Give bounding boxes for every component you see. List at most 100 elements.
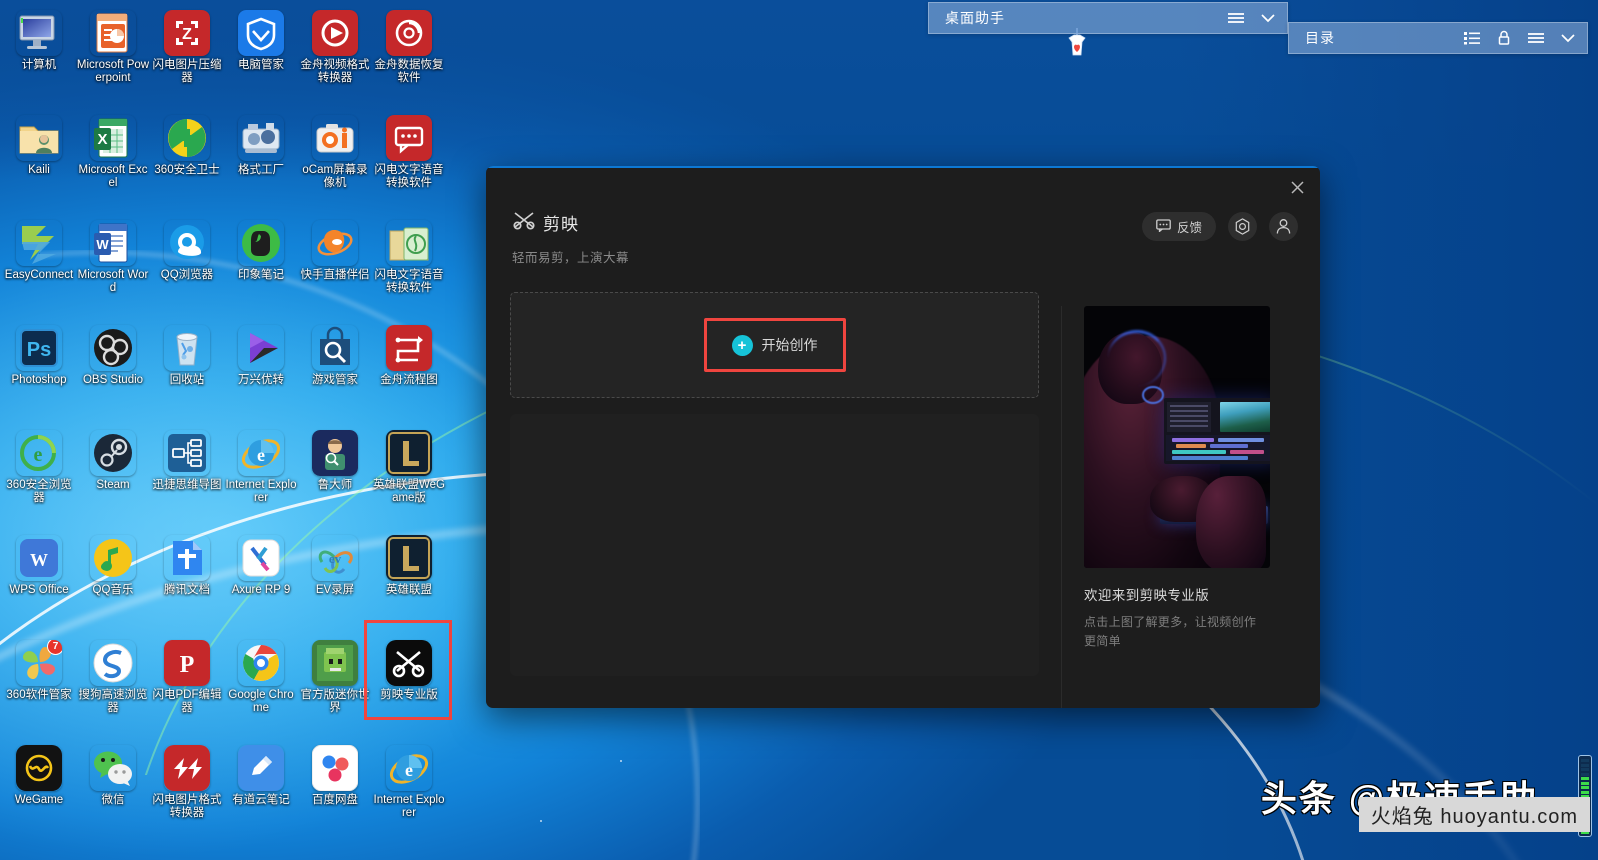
desktop-icon-wondershare[interactable]: 万兴优转	[224, 319, 298, 424]
desktop-icon-text-speech-folder[interactable]: 闪电文字语音转换软件	[372, 214, 446, 319]
desktop-icon-image-format-converter[interactable]: 闪电图片格式转换器	[150, 739, 224, 844]
desktop-icon-label: 电脑管家	[238, 59, 284, 71]
desktop-icon-recycle-bin[interactable]: 回收站	[150, 319, 224, 424]
desktop-icon-ludashi[interactable]: 鲁大师	[298, 424, 372, 529]
desktop-icon-ie[interactable]: e Internet Explorer	[372, 739, 446, 844]
desktop-icon-jianying[interactable]: 剪映专业版	[372, 634, 446, 739]
gadget-assistant-title: 桌面助手	[945, 10, 1005, 26]
promo-monitor-timeline	[1166, 435, 1270, 461]
desktop-icon-powerpoint[interactable]: Microsoft Powerpoint	[76, 4, 150, 109]
tshirt-heart-icon[interactable]	[1063, 28, 1091, 58]
promo-monitor-preview	[1220, 402, 1270, 432]
desktop-icon-mindmap[interactable]: 迅捷思维导图	[150, 424, 224, 529]
desktop-icon-folder[interactable]: Kaili	[2, 109, 76, 214]
desktop-icon-lol[interactable]: 英雄联盟	[372, 529, 446, 634]
desktop-icon-label: 游戏管家	[312, 374, 358, 386]
desktop-icon-obs-studio[interactable]: OBS Studio	[76, 319, 150, 424]
desktop-icon-label: 快手直播伴侣	[300, 269, 370, 281]
desktop-icon-chrome[interactable]: Google Chrome	[224, 634, 298, 739]
desktop-icon-360-browser[interactable]: e 360安全浏览器	[2, 424, 76, 529]
ie-icon: e	[238, 430, 284, 476]
desktop-icon-label: Steam	[96, 479, 130, 491]
media-dropzone[interactable]: + 开始创作	[510, 292, 1039, 398]
desktop-icon-excel[interactable]: X Microsoft Excel	[76, 109, 150, 214]
desktop-icon-tencent-docs[interactable]: 腾讯文档	[150, 529, 224, 634]
desktop-icon-evernote[interactable]: 印象笔记	[224, 214, 298, 319]
desktop-icon-label: 格式工厂	[238, 164, 284, 176]
desktop-icon-data-recovery[interactable]: 金舟数据恢复软件	[372, 4, 446, 109]
desktop-icon-ie[interactable]: e Internet Explorer	[224, 424, 298, 529]
desktop-icon-ocam[interactable]: oCam屏幕录像机	[298, 109, 372, 214]
desktop-icon-format-factory[interactable]: 格式工厂	[224, 109, 298, 214]
desktop-icon-wechat[interactable]: 微信	[76, 739, 150, 844]
hamburger-menu-icon[interactable]	[1223, 7, 1249, 29]
desktop-icon-pc-manager[interactable]: 电脑管家	[224, 4, 298, 109]
computer-icon	[16, 10, 62, 56]
svg-text:Z: Z	[182, 26, 192, 43]
start-creating-button[interactable]: + 开始创作	[712, 326, 838, 364]
promo-image[interactable]	[1084, 306, 1270, 568]
desktop-icon-lol-wegame[interactable]: 英雄联盟WeGame版	[372, 424, 446, 529]
desktop-icon-word[interactable]: W Microsoft Word	[76, 214, 150, 319]
promo-glasses	[1142, 386, 1164, 404]
chevron-down-icon[interactable]	[1255, 7, 1281, 29]
data-recovery-icon	[386, 10, 432, 56]
desktop-icon-label: Internet Explorer	[373, 794, 445, 819]
desktop-icon-label: Axure RP 9	[231, 584, 291, 596]
desktop-icon-label: 金舟流程图	[380, 374, 438, 386]
qq-browser-icon	[164, 220, 210, 266]
desktop-icon-ev-recorder[interactable]: ev EV录屏	[298, 529, 372, 634]
user-avatar-icon[interactable]	[1269, 212, 1298, 241]
desktop-icon-pdf-editor[interactable]: P 闪电PDF编辑器	[150, 634, 224, 739]
hamburger-menu-icon[interactable]	[1523, 27, 1549, 49]
desktop-icon-label: 360软件管家	[6, 689, 72, 701]
desktop-icon-wegame[interactable]: WeGame	[2, 739, 76, 844]
ie-icon-2: e	[386, 745, 432, 791]
chevron-down-icon[interactable]	[1555, 27, 1581, 49]
gadget-catalog[interactable]: 目录	[1288, 22, 1588, 54]
desktop-icon-qq-music[interactable]: QQ音乐	[76, 529, 150, 634]
desktop-icon-label: 360安全卫士	[154, 164, 220, 176]
desktop-icon-game-manager[interactable]: 游戏管家	[298, 319, 372, 424]
desktop-icon-label: 微信	[101, 794, 125, 806]
desktop-icon-text-to-speech[interactable]: 闪电文字语音转换软件	[372, 109, 446, 214]
jianying-logo-icon	[512, 211, 536, 235]
desktop-icon-photoshop[interactable]: Ps Photoshop	[2, 319, 76, 424]
desktop-icon-baidu-netdisk[interactable]: 百度网盘	[298, 739, 372, 844]
desktop-icon-steam[interactable]: Steam	[76, 424, 150, 529]
desktop-icon-axure[interactable]: Axure RP 9	[224, 529, 298, 634]
desktop-icon-label: 剪映专业版	[380, 689, 438, 701]
desktop-icon-miniworld[interactable]: 官方版迷你世界	[298, 634, 372, 739]
desktop-icon-wps-office[interactable]: W WPS Office	[2, 529, 76, 634]
plus-circle-icon: +	[731, 334, 753, 356]
notification-badge: 7	[47, 640, 62, 655]
desktop-icon-image-compressor[interactable]: Z 闪电图片压缩器	[150, 4, 224, 109]
gadget-desktop-assistant[interactable]: 桌面助手	[928, 2, 1288, 34]
desktop-icon-kuaishou-live[interactable]: 快手直播伴侣	[298, 214, 372, 319]
desktop-icon-flowchart[interactable]: 金舟流程图	[372, 319, 446, 424]
level-bar	[1581, 786, 1589, 789]
miniworld-icon	[312, 640, 358, 686]
mindmap-icon	[164, 430, 210, 476]
lock-icon[interactable]	[1491, 27, 1517, 49]
chat-bubble-icon	[1156, 218, 1171, 235]
desktop-icon-label: 闪电PDF编辑器	[152, 689, 222, 714]
desktop-icon-qq-browser[interactable]: QQ浏览器	[150, 214, 224, 319]
desktop-icon-youdao-note[interactable]: 有道云笔记	[224, 739, 298, 844]
feedback-button[interactable]: 反馈	[1141, 212, 1216, 241]
desktop-icon-computer[interactable]: 计算机	[2, 4, 76, 109]
desktop-icon-video-converter[interactable]: 金舟视频格式转换器	[298, 4, 372, 109]
tencent-docs-icon	[164, 535, 210, 581]
steam-icon	[90, 430, 136, 476]
promo-title: 欢迎来到剪映专业版	[1084, 588, 1210, 603]
desktop-icon-sogou-browser[interactable]: 搜狗高速浏览器	[76, 634, 150, 739]
dialog-body: + 开始创作 欢迎来到剪映专业版 点击上图了解更多，让视频创作更简单	[486, 266, 1320, 708]
desktop-icon-360-safe[interactable]: 360安全卫士	[150, 109, 224, 214]
svg-text:X: X	[97, 131, 107, 148]
level-bar	[1581, 759, 1589, 762]
desktop-icon-360-software-manager[interactable]: 7 360软件管家	[2, 634, 76, 739]
project-list-panel[interactable]	[510, 414, 1039, 676]
desktop-icon-easyconnect[interactable]: EasyConnect	[2, 214, 76, 319]
gear-icon[interactable]	[1228, 212, 1257, 241]
list-view-icon[interactable]	[1459, 27, 1485, 49]
